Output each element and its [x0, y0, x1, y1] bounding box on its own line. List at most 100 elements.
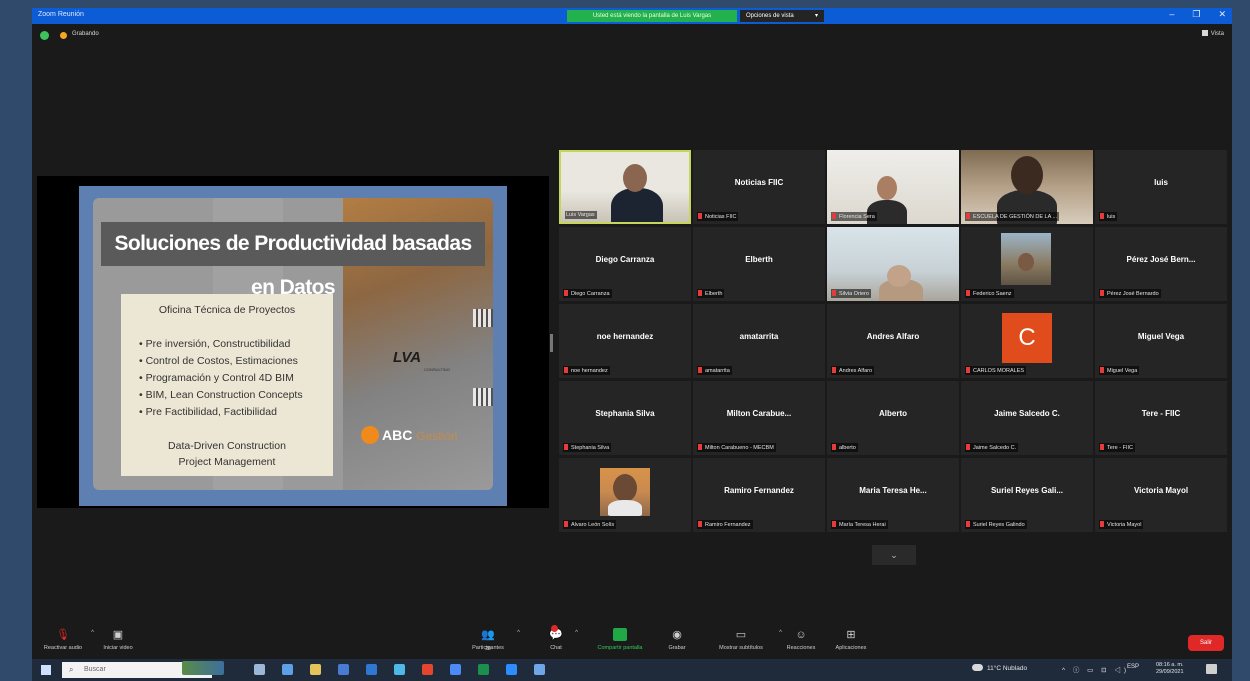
participant-label: Andres Alfaro [831, 366, 875, 375]
mic-muted-icon [1100, 213, 1104, 219]
weather-widget[interactable]: 11°C Nublado [972, 664, 1027, 672]
participant-tile[interactable]: Miguel Vega Miguel Vega [1095, 304, 1227, 378]
participant-tile[interactable]: Alvaro León Solís [559, 458, 691, 532]
participant-label: Miguel Vega [1099, 366, 1140, 375]
slide-frame: Soluciones de Productividad basadas en D… [79, 186, 507, 506]
participant-tile[interactable]: Tere - FIIC Tere - FIIC [1095, 381, 1227, 455]
mic-muted-icon [832, 367, 836, 373]
shield-icon[interactable] [40, 31, 49, 40]
chevron-up-icon[interactable]: ^ [91, 630, 94, 636]
app-icon[interactable] [534, 664, 545, 675]
app-icon[interactable] [450, 664, 461, 675]
participant-name: Tere - FIIC [1141, 409, 1181, 418]
store-icon[interactable] [338, 664, 349, 675]
participant-tile[interactable]: Pérez José Bern... Pérez José Bernardo [1095, 227, 1227, 301]
participant-tile[interactable]: Noticias FIIC Noticias FIIC [693, 150, 825, 224]
panel-splitter[interactable] [550, 334, 553, 352]
box-heading: Oficina Técnica de Proyectos [158, 304, 296, 316]
app-icon[interactable] [394, 664, 405, 675]
minimize-icon[interactable]: – [1169, 9, 1174, 20]
participant-tile[interactable]: amatarrita amatarrita [693, 304, 825, 378]
participant-name: Noticias FIIC [734, 178, 784, 187]
participant-head [613, 474, 637, 502]
captions-icon: ▭ [735, 629, 747, 641]
meeting-top-bar: Grabando Vista [32, 24, 1232, 46]
chrome-icon[interactable] [422, 664, 433, 675]
view-options-label: Opciones de vista [746, 13, 794, 19]
app-icon[interactable] [366, 664, 377, 675]
participant-tile[interactable]: Federico Saenz [961, 227, 1093, 301]
participant-tile[interactable]: Elberth Elberth [693, 227, 825, 301]
participant-label: Noticias FIIC [697, 212, 739, 221]
participant-label: Silvia Oriero [831, 289, 871, 298]
participant-tile[interactable]: Jaime Salcedo C. Jaime Salcedo C. [961, 381, 1093, 455]
chevron-up-icon[interactable]: ^ [575, 630, 578, 636]
notification-icon[interactable] [1206, 664, 1217, 674]
mic-muted-icon [698, 444, 702, 450]
start-video-button[interactable]: ▣ Iniciar video [98, 625, 138, 659]
apps-label: Aplicaciones [835, 645, 867, 651]
chat-button[interactable]: 💬 Chat ^ [542, 625, 578, 659]
participant-tile[interactable]: Victoria Mayol Victoria Mayol [1095, 458, 1227, 532]
participant-name: Miguel Vega [1137, 332, 1185, 341]
participant-tile[interactable]: C CARLOS MORALES [961, 304, 1093, 378]
slide-bullet-list: • Pre inversión, Constructibilidad • Con… [139, 336, 303, 421]
participant-head [623, 164, 647, 192]
captions-button[interactable]: ▭ Mostrar subtítulos ^ [708, 625, 782, 659]
list-item: • Pre Factibilidad, Factibilidad [139, 406, 277, 418]
participant-tile[interactable]: Florencia Sera [827, 150, 959, 224]
participant-head [877, 176, 897, 200]
participant-tile[interactable]: Milton Carabue... Milton Carabueno - MEC… [693, 381, 825, 455]
chevron-up-icon[interactable]: ^ [517, 630, 520, 636]
participant-tile[interactable]: luis luis [1095, 150, 1227, 224]
participant-tile[interactable]: Diego Carranza Diego Carranza [559, 227, 691, 301]
qr-code-icon [473, 388, 493, 406]
participant-tile[interactable]: Stephania Silva Stephania Silva [559, 381, 691, 455]
chevron-down-icon: ⌄ [890, 550, 898, 560]
participant-label: noe hernandez [563, 366, 610, 375]
participants-button[interactable]: 👥28 Participantes ^ [464, 625, 520, 659]
apps-button[interactable]: ⊞ Aplicaciones [828, 625, 874, 659]
participant-label: Suriel Reyes Galindo [965, 520, 1027, 529]
participant-tile[interactable]: Luis Vargas [559, 150, 691, 224]
participant-tile[interactable]: ESCUELA DE GESTIÓN DE LA ... [961, 150, 1093, 224]
task-view-icon[interactable] [254, 664, 265, 675]
participant-name: Pérez José Bern... [1126, 255, 1196, 264]
participant-tile[interactable]: Silvia Oriero [827, 227, 959, 301]
participant-tile[interactable]: Maria Teresa He... María Teresa Herai [827, 458, 959, 532]
edge-icon[interactable] [282, 664, 293, 675]
language-indicator[interactable]: ESP [1127, 664, 1139, 670]
participant-tile[interactable]: Suriel Reyes Gali... Suriel Reyes Galind… [961, 458, 1093, 532]
unmute-button[interactable]: 🎙 Reactivar audio ^ [40, 625, 94, 659]
list-item: • Programación y Control 4D BIM [139, 372, 294, 384]
view-options-button[interactable]: Opciones de vista ▾ [740, 10, 824, 22]
share-screen-button[interactable]: Compartir pantalla [588, 625, 652, 659]
mic-muted-icon [564, 521, 568, 527]
app-icon[interactable] [478, 664, 489, 675]
record-button[interactable]: ◉ Grabar [662, 625, 692, 659]
gallery-next-page-button[interactable]: ⌄ [872, 545, 916, 565]
participant-tile[interactable]: noe hernandez noe hernandez [559, 304, 691, 378]
abc-logo-text: ABC [382, 427, 413, 443]
reactions-button[interactable]: ☺ Reacciones [780, 625, 822, 659]
participant-tile[interactable]: Ramiro Fernandez Ramiro Fernandez [693, 458, 825, 532]
clock[interactable]: 08:16 a. m. 29/09/2021 [1156, 662, 1184, 676]
view-button[interactable]: Vista [1201, 30, 1224, 37]
close-icon[interactable]: ✕ [1218, 9, 1226, 20]
file-explorer-icon[interactable] [310, 664, 321, 675]
mic-muted-icon [1100, 367, 1104, 373]
participant-tile[interactable]: Alberto alberto [827, 381, 959, 455]
leave-button[interactable]: Salir [1188, 635, 1224, 651]
participant-label: Victoria Mayol [1099, 520, 1144, 529]
participant-label: CARLOS MORALES [965, 366, 1027, 375]
mic-muted-icon [966, 367, 970, 373]
title-bar: Zoom Reunión Usted está viendo la pantal… [32, 8, 1232, 24]
participant-name: Victoria Mayol [1133, 486, 1189, 495]
system-tray-icons[interactable]: ^ ⓘ ▭ ⊡ ◁) [1062, 664, 1129, 674]
maximize-icon[interactable]: ❐ [1192, 9, 1200, 20]
recording-label: Grabando [72, 31, 99, 37]
zoom-icon[interactable] [506, 664, 517, 675]
windows-start-icon[interactable] [41, 665, 51, 675]
participant-tile[interactable]: Andres Alfaro Andres Alfaro [827, 304, 959, 378]
search-icon: ⌕ [69, 665, 74, 674]
